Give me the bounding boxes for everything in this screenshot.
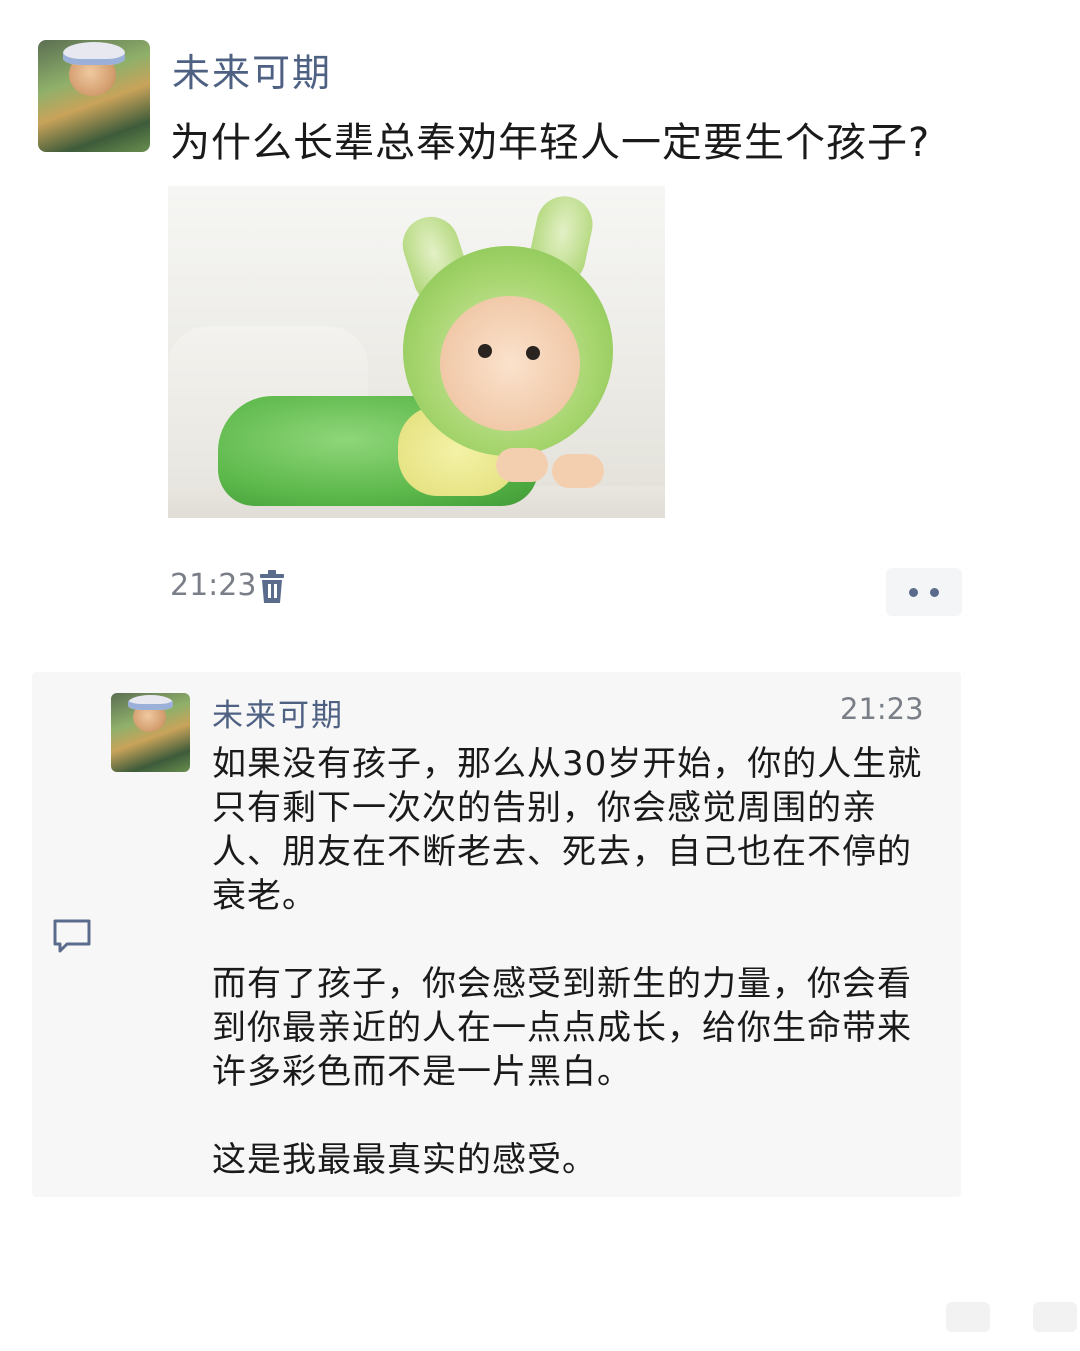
bottom-placeholder: [1033, 1302, 1077, 1332]
more-dot-icon: [909, 588, 918, 597]
comment-paragraph: 这是我最最真实的感受。: [212, 1140, 597, 1180]
author-name[interactable]: 未来可期: [172, 42, 332, 97]
comment-author-name[interactable]: 未来可期: [212, 690, 344, 735]
comment-paragraph: 如果没有孩子，那么从30岁开始，你的人生就只有剩下一次次的告别，你会感觉周围的亲…: [212, 744, 923, 916]
baby-eye-right: [526, 346, 540, 360]
comment-author-avatar[interactable]: [111, 693, 190, 772]
comment-body: 如果没有孩子，那么从30岁开始，你的人生就只有剩下一次次的告别，你会感觉周围的亲…: [212, 742, 942, 1182]
baby-hand-right: [552, 454, 604, 488]
comment-bubble-icon[interactable]: [52, 918, 92, 954]
comment-time: 21:23: [840, 692, 924, 726]
trash-icon[interactable]: [258, 570, 286, 604]
post-text: 为什么长辈总奉劝年轻人一定要生个孩子?: [170, 120, 931, 166]
more-dot-icon: [930, 588, 939, 597]
more-button[interactable]: [886, 568, 962, 616]
baby-face: [440, 296, 580, 431]
post-time: 21:23: [170, 568, 257, 603]
comment-paragraph: 而有了孩子，你会感受到新生的力量，你会看到你最亲近的人在一点点成长，给你生命带来…: [212, 964, 912, 1092]
baby-eye-left: [478, 344, 492, 358]
baby-hand-left: [496, 448, 548, 482]
post-image[interactable]: [168, 186, 665, 518]
moment-post: 未来可期 为什么长辈总奉劝年轻人一定要生个孩子? 21:23: [0, 0, 1080, 660]
author-avatar[interactable]: [38, 40, 150, 152]
bottom-placeholder: [946, 1302, 990, 1332]
